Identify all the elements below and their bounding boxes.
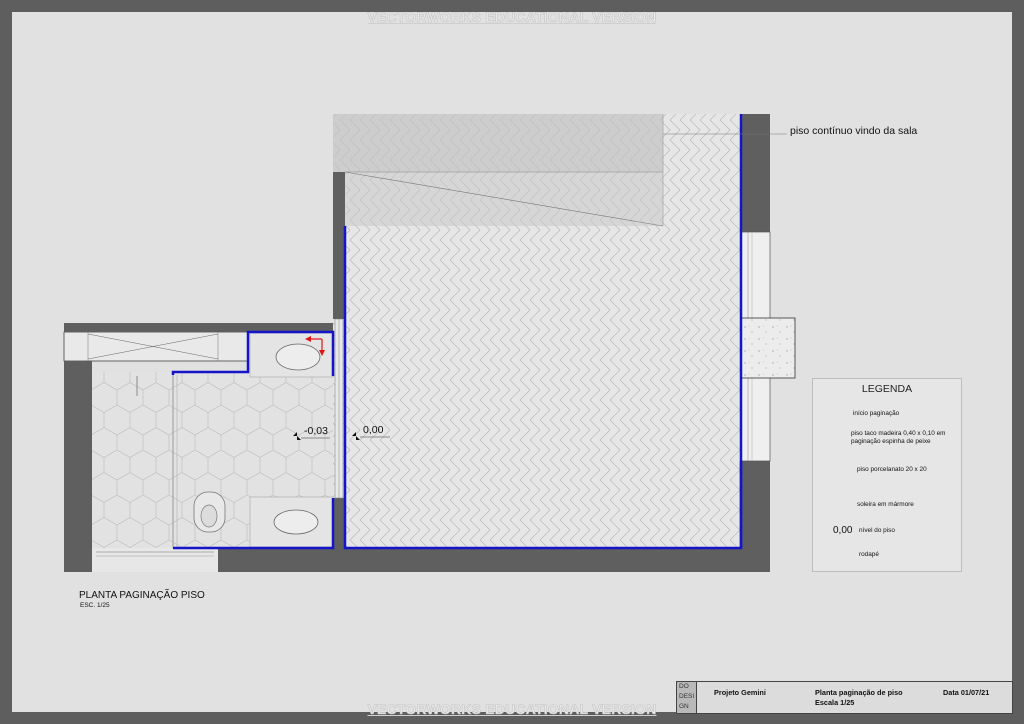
marble-threshold — [740, 317, 796, 379]
legend-item-start: início paginação — [853, 410, 900, 417]
sink-fixture — [273, 509, 319, 535]
wall-bath-top — [64, 323, 333, 332]
legend-item-baseboard: rodapé — [859, 551, 879, 558]
wall-bath-left — [64, 372, 92, 572]
legend-level-value: 0,00 — [833, 525, 853, 536]
legend-item-porcelain: piso porcelanato 20 x 20 — [857, 466, 927, 473]
wall-bottom — [218, 548, 770, 572]
legend-item-marble: soleira em mármore — [857, 501, 914, 508]
sheet-name: Planta paginação de piso — [815, 688, 903, 697]
floor-plan-drawing — [63, 114, 852, 572]
title-block: DO DESI GN Projeto Gemini Planta paginaç… — [676, 681, 1013, 714]
legend-box: LEGENDA início paginação piso taco madei… — [812, 378, 962, 572]
studio-logo: DO DESI GN — [677, 682, 697, 713]
wall-right-bottom — [741, 461, 770, 572]
legend-item-level: nível do piso — [859, 527, 895, 534]
plan-title: PLANTA PAGINAÇÃO PISO — [79, 590, 205, 601]
project-name: Projeto Gemini — [714, 688, 766, 697]
legend-title: LEGENDA — [861, 383, 913, 395]
sheet-scale: Escala 1/25 — [815, 698, 855, 707]
level-label-main: 0,00 — [363, 424, 384, 436]
legend-item-wood: piso taco madeira 0,40 x 0,10 em paginaç… — [851, 430, 946, 445]
window-bathroom — [63, 331, 249, 362]
sink-fixture-top — [275, 343, 321, 371]
wall-partition — [333, 172, 345, 319]
sheet-date: Data 01/07/21 — [943, 688, 990, 697]
plan-scale: ESC. 1/25 — [80, 602, 110, 609]
level-label-bath: -0,03 — [304, 425, 328, 437]
wall-right-top — [741, 114, 770, 232]
continuous-floor-note: piso contínuo vindo da sala — [790, 125, 918, 137]
